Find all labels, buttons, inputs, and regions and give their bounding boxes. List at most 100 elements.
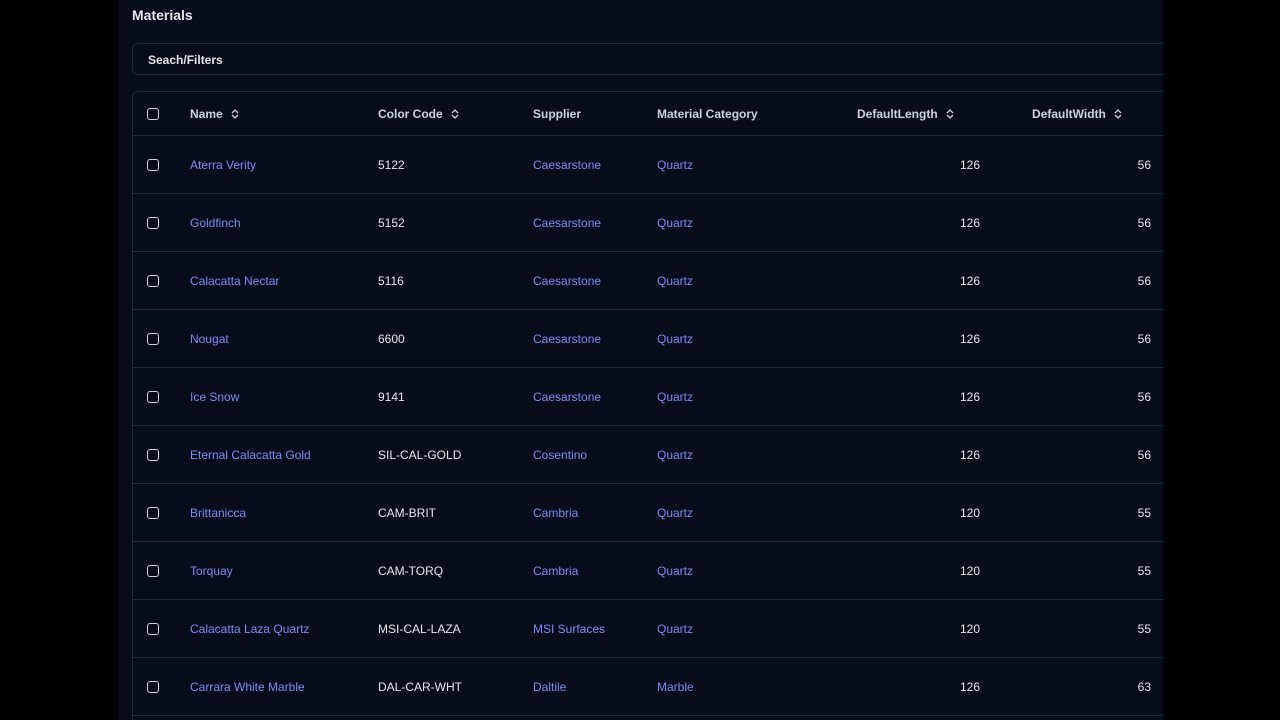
color-code: DAL-CAR-WHT <box>378 679 462 694</box>
table-row: Goldfinch 5152 Caesarstone Quartz 126 56 <box>133 194 1163 252</box>
row-checkbox[interactable] <box>147 274 159 287</box>
color-code: 5152 <box>378 215 405 230</box>
row-checkbox[interactable] <box>147 506 159 519</box>
search-filters-label[interactable]: Seach/Filters <box>148 53 223 67</box>
default-width: 56 <box>1137 389 1151 404</box>
default-width: 55 <box>1137 621 1151 636</box>
supplier-link[interactable]: Caesarstone <box>533 332 601 346</box>
category-link[interactable]: Quartz <box>657 274 693 288</box>
app-frame: Materials Seach/Filters Name Color Code … <box>118 0 1163 720</box>
column-header-default-length-label: DefaultLength <box>857 106 938 121</box>
row-checkbox[interactable] <box>147 448 159 461</box>
supplier-link[interactable]: Cambria <box>533 564 578 578</box>
default-length: 126 <box>959 273 980 288</box>
material-name-link[interactable]: Nougat <box>190 332 229 346</box>
table-row: Nougat 6600 Caesarstone Quartz 126 56 <box>133 310 1163 368</box>
material-name-link[interactable]: Carrara White Marble <box>190 680 305 694</box>
color-code: 5116 <box>378 273 404 288</box>
row-checkbox[interactable] <box>147 622 159 635</box>
category-link[interactable]: Quartz <box>657 158 693 172</box>
row-checkbox[interactable] <box>147 390 159 403</box>
color-code: CAM-TORQ <box>378 563 444 578</box>
default-length: 120 <box>959 505 980 520</box>
default-length: 126 <box>959 331 980 346</box>
category-link[interactable]: Quartz <box>657 564 693 578</box>
category-link[interactable]: Quartz <box>657 506 693 520</box>
material-name-link[interactable]: Ice Snow <box>190 390 239 404</box>
column-header-default-width[interactable]: DefaultWidth <box>1032 107 1122 121</box>
category-link[interactable]: Quartz <box>657 332 693 346</box>
default-width: 63 <box>1137 679 1151 694</box>
column-header-supplier: Supplier <box>533 106 582 121</box>
table-header-row: Name Color Code Supplier Material Catego… <box>133 92 1163 136</box>
default-width: 56 <box>1137 447 1151 462</box>
default-width: 56 <box>1137 215 1151 230</box>
row-checkbox[interactable] <box>147 216 159 229</box>
column-header-color-code[interactable]: Color Code <box>378 107 459 121</box>
material-name-link[interactable]: Calacatta Laza Quartz <box>190 622 309 636</box>
category-link[interactable]: Quartz <box>657 390 693 404</box>
category-link[interactable]: Quartz <box>657 448 693 462</box>
table-row: Aterra Verity 5122 Caesarstone Quartz 12… <box>133 136 1163 194</box>
sort-icon[interactable] <box>451 108 459 119</box>
table-row: Calacatta Laza Quartz MSI-CAL-LAZA MSI S… <box>133 600 1163 658</box>
select-all-checkbox[interactable] <box>147 107 159 120</box>
material-name-link[interactable]: Eternal Calacatta Gold <box>190 448 311 462</box>
material-name-link[interactable]: Aterra Verity <box>190 158 256 172</box>
column-header-category: Material Category <box>657 106 758 121</box>
color-code: SIL-CAL-GOLD <box>378 447 462 462</box>
supplier-link[interactable]: Cambria <box>533 506 578 520</box>
sort-icon[interactable] <box>1114 108 1122 119</box>
default-length: 126 <box>959 389 980 404</box>
default-length: 126 <box>959 447 980 462</box>
color-code: 9141 <box>378 389 405 404</box>
default-width: 56 <box>1137 273 1151 288</box>
materials-table: Name Color Code Supplier Material Catego… <box>132 91 1163 720</box>
default-length: 126 <box>959 157 980 172</box>
category-link[interactable]: Marble <box>657 680 694 694</box>
category-link[interactable]: Quartz <box>657 216 693 230</box>
table-row: Torquay CAM-TORQ Cambria Quartz 120 55 <box>133 542 1163 600</box>
search-filters-bar[interactable]: Seach/Filters <box>132 43 1163 75</box>
category-link[interactable]: Quartz <box>657 622 693 636</box>
color-code: CAM-BRIT <box>378 505 436 520</box>
column-header-name-label: Name <box>190 106 223 121</box>
default-length: 126 <box>959 215 980 230</box>
table-row: Carrara White Marble DAL-CAR-WHT Daltile… <box>133 658 1163 716</box>
default-length: 120 <box>959 563 980 578</box>
material-name-link[interactable]: Calacatta Nectar <box>190 274 279 288</box>
sort-icon[interactable] <box>946 108 954 119</box>
material-name-link[interactable]: Brittanicca <box>190 506 246 520</box>
row-checkbox[interactable] <box>147 680 159 693</box>
row-checkbox[interactable] <box>147 158 159 171</box>
supplier-link[interactable]: Daltile <box>533 680 566 694</box>
default-width: 56 <box>1137 331 1151 346</box>
default-length: 126 <box>959 679 980 694</box>
material-name-link[interactable]: Torquay <box>190 564 233 578</box>
sort-icon[interactable] <box>231 108 239 119</box>
default-width: 55 <box>1137 563 1151 578</box>
color-code: 6600 <box>378 331 405 346</box>
table-row: Eternal Calacatta Gold SIL-CAL-GOLD Cose… <box>133 426 1163 484</box>
row-checkbox[interactable] <box>147 332 159 345</box>
column-header-name[interactable]: Name <box>190 107 239 121</box>
table-row: Brittanicca CAM-BRIT Cambria Quartz 120 … <box>133 484 1163 542</box>
color-code: MSI-CAL-LAZA <box>378 621 461 636</box>
material-name-link[interactable]: Goldfinch <box>190 216 241 230</box>
supplier-link[interactable]: Cosentino <box>533 448 587 462</box>
table-row: Calacatta Nectar 5116 Caesarstone Quartz… <box>133 252 1163 310</box>
column-header-color-code-label: Color Code <box>378 106 443 121</box>
table-row: Ice Snow 9141 Caesarstone Quartz 126 56 <box>133 368 1163 426</box>
supplier-link[interactable]: MSI Surfaces <box>533 622 605 636</box>
default-width: 56 <box>1137 157 1151 172</box>
supplier-link[interactable]: Caesarstone <box>533 158 601 172</box>
column-header-default-width-label: DefaultWidth <box>1032 106 1106 121</box>
supplier-link[interactable]: Caesarstone <box>533 274 601 288</box>
row-checkbox[interactable] <box>147 564 159 577</box>
default-length: 120 <box>959 621 980 636</box>
color-code: 5122 <box>378 157 405 172</box>
supplier-link[interactable]: Caesarstone <box>533 216 601 230</box>
column-header-default-length[interactable]: DefaultLength <box>857 107 954 121</box>
page-title: Materials <box>132 7 193 23</box>
supplier-link[interactable]: Caesarstone <box>533 390 601 404</box>
